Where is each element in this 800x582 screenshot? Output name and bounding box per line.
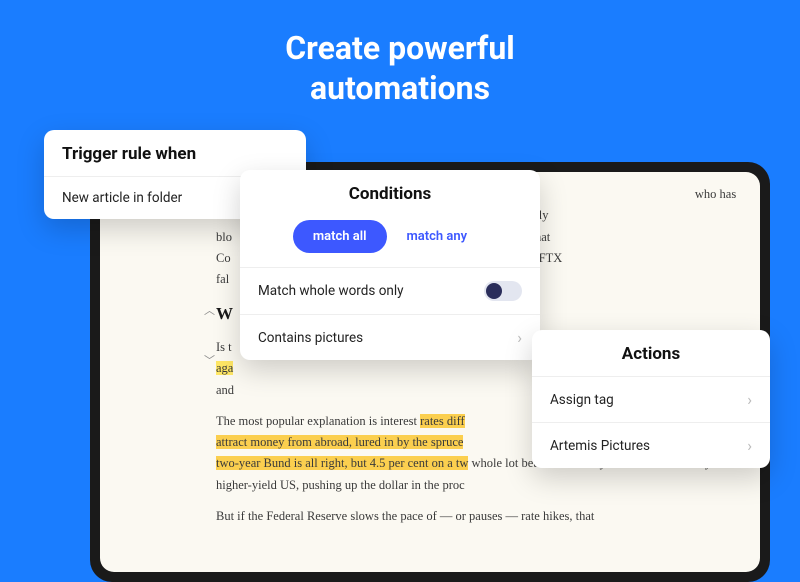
condition-row-whole-words[interactable]: Match whole words only xyxy=(240,267,540,314)
article-text: But if the Federal Reserve slows the pac… xyxy=(216,506,742,527)
article-text: fal xyxy=(216,272,229,286)
hero-line1: Create powerful xyxy=(285,29,515,67)
highlight: two-year Bund is all right, but 4.5 per … xyxy=(216,456,468,470)
article-text: higher-yield US, pushing up the dollar i… xyxy=(216,478,465,492)
action-label: Assign tag xyxy=(550,392,614,408)
match-any-button[interactable]: match any xyxy=(387,220,488,253)
condition-label: Match whole words only xyxy=(258,283,404,299)
highlight: aga xyxy=(216,361,233,375)
condition-label: Contains pictures xyxy=(258,330,363,346)
actions-card: Actions Assign tag › Artemis Pictures › xyxy=(532,330,770,468)
chevron-right-icon: › xyxy=(747,436,752,455)
action-row-artemis-pictures[interactable]: Artemis Pictures › xyxy=(532,422,770,468)
article-text: Co xyxy=(216,251,231,265)
next-article-icon[interactable]: ﹀ xyxy=(204,352,215,368)
hero-title: Create powerful automations xyxy=(0,0,800,108)
condition-row-contains-pictures[interactable]: Contains pictures › xyxy=(240,314,540,360)
match-all-button[interactable]: match all xyxy=(293,220,387,253)
article-text: blo xyxy=(216,230,232,244)
highlight: rates diff xyxy=(420,414,465,428)
highlight: attract money from abroad, lured in by t… xyxy=(216,435,463,449)
article-text: and xyxy=(216,383,234,397)
article-text: The most popular explanation is interest xyxy=(216,414,420,428)
action-row-assign-tag[interactable]: Assign tag › xyxy=(532,376,770,422)
article-text: who has xyxy=(695,187,736,201)
chevron-right-icon: › xyxy=(747,390,752,409)
article-text: Is t xyxy=(216,340,232,354)
trigger-row-label: New article in folder xyxy=(62,190,182,206)
conditions-title: Conditions xyxy=(240,170,540,216)
actions-title: Actions xyxy=(532,330,770,376)
whole-words-toggle[interactable] xyxy=(484,281,522,301)
action-label: Artemis Pictures xyxy=(550,438,650,454)
hero-line2: automations xyxy=(310,69,490,107)
match-mode-segmented: match all match any xyxy=(240,216,540,267)
chevron-right-icon: › xyxy=(517,328,522,347)
conditions-card: Conditions match all match any Match who… xyxy=(240,170,540,360)
toggle-knob-icon xyxy=(486,283,502,299)
prev-article-icon[interactable]: ︿ xyxy=(204,302,215,318)
